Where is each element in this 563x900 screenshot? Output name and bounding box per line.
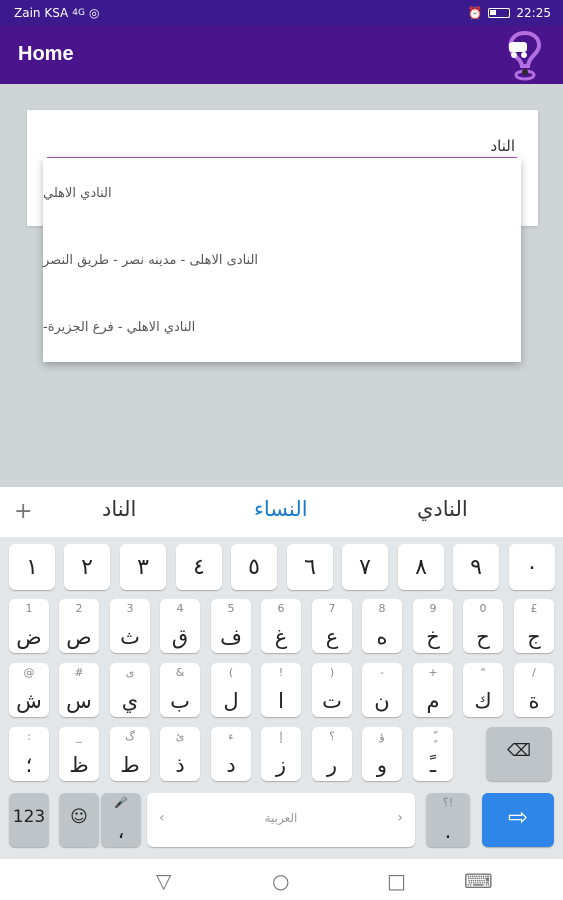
letter-key[interactable]: + م [413,663,453,717]
space-bar[interactable]: ‹ العربية › [147,793,415,847]
letter-key[interactable]: گط [110,727,150,781]
key-3[interactable]: ٣ [120,544,166,590]
letter-key[interactable]: 0ح [463,599,503,653]
letter-key[interactable]: 1ض [9,599,49,653]
letter-key[interactable]: ! ا [261,663,301,717]
suggestion-item[interactable]: النادي الاهلي - فرع الجزيرة- [43,294,521,360]
letter-key[interactable]: # س [59,663,99,717]
letter-key[interactable]: 9خ [413,599,453,653]
status-left: Zain KSA 4G ◎ [14,6,99,20]
key-6[interactable]: ٦ [287,544,333,590]
app-logo-icon[interactable] [503,30,547,82]
backspace-icon: ⌫ [506,741,532,761]
letter-key[interactable]: £ ج [514,599,554,653]
letter-key[interactable]: 4ق [160,599,200,653]
numbers-key[interactable]: 123 [9,793,49,847]
autocomplete-dropdown: النادي الاهلي النادى الاهلى - مدينه نصر … [43,158,521,362]
keyboard-toggle-icon[interactable]: ⌨ [464,869,493,893]
page-title: Home [18,43,74,65]
suggestion-item[interactable]: النادي الاهلي [43,160,521,226]
letter-key[interactable]: ىي [110,663,150,717]
status-bar: Zain KSA 4G ◎ ⏰ 22:25 [0,0,563,26]
back-icon[interactable]: ▽ [156,869,171,893]
letter-key[interactable]: 6غ [261,599,301,653]
search-input[interactable] [47,132,517,160]
emoji-key[interactable]: ☺ [59,793,99,847]
letter-key[interactable]: & ب [160,663,200,717]
chevron-right-icon: › [397,810,403,826]
comma-key[interactable]: 🎤 ، [101,793,141,847]
letter-key[interactable]: ٍّـً [413,727,453,781]
letter-key[interactable]: (ل [211,663,251,717]
letter-key[interactable]: 2ص [59,599,99,653]
letter-key[interactable]: " ك [463,663,503,717]
whatsapp-icon: ◎ [88,6,100,20]
letter-key[interactable]: 3ث [110,599,150,653]
letter-key[interactable]: _ ظ [59,727,99,781]
letter-key[interactable]: 8ه [362,599,402,653]
letter-key[interactable]: -ن [362,663,402,717]
letter-key[interactable]: ؤو [362,727,402,781]
backspace-key[interactable]: ⌫ [486,727,552,781]
home-icon[interactable]: ○ [272,869,289,893]
key-4[interactable]: ٤ [176,544,222,590]
add-word-icon[interactable]: + [14,499,32,524]
app-bar: Home [0,26,563,84]
enter-icon: ⇨ [507,803,529,831]
letter-key[interactable]: 5ف [211,599,251,653]
key-0[interactable]: ٠ [509,544,555,590]
clock: 22:25 [516,6,551,20]
key-8[interactable]: ٨ [398,544,444,590]
navigation-bar: ▽ ○ □ ⌨ [0,859,563,900]
keyboard-suggestion-strip: + الناد النساء النادي [0,487,563,537]
word-suggestion-right[interactable]: النادي [417,497,468,521]
letter-key[interactable]: ) ت [312,663,352,717]
letter-key[interactable]: ؟ ر [312,727,352,781]
alarm-icon: ⏰ [467,6,483,20]
word-suggestion-left[interactable]: الناد [102,497,136,521]
recents-icon[interactable]: □ [387,869,406,893]
keyboard: ١ ٢ ٣ ٤ ٥ ٦ ٧ ٨ ٩ ٠ 1ض 2ص 3ث 4ق 5ف 6غ 7ع… [0,537,563,859]
period-key[interactable]: ؟!. [426,793,470,847]
letter-key[interactable]: ئذ [160,727,200,781]
letter-key[interactable]: 7ع [312,599,352,653]
space-bar-label: العربية [264,811,298,825]
emoji-icon: ☺ [70,807,88,827]
letter-key[interactable]: @ ش [9,663,49,717]
letter-key[interactable]: / ة [514,663,554,717]
signal-icon: 4G [72,8,85,18]
enter-key[interactable]: ⇨ [482,793,554,847]
letter-key[interactable]: : ؛ [9,727,49,781]
key-7[interactable]: ٧ [342,544,388,590]
key-9[interactable]: ٩ [453,544,499,590]
letter-key[interactable]: إز [261,727,301,781]
status-right: ⏰ 22:25 [467,6,551,20]
key-5[interactable]: ٥ [231,544,277,590]
word-suggestion-middle[interactable]: النساء [254,497,308,521]
key-2[interactable]: ٢ [64,544,110,590]
key-1[interactable]: ١ [9,544,55,590]
suggestion-item[interactable]: النادى الاهلى - مدينه نصر - طريق النصر [43,227,521,293]
letter-key[interactable]: ءد [211,727,251,781]
battery-icon [488,8,511,18]
microphone-icon: 🎤 [114,796,128,809]
carrier-label: Zain KSA [14,6,69,20]
